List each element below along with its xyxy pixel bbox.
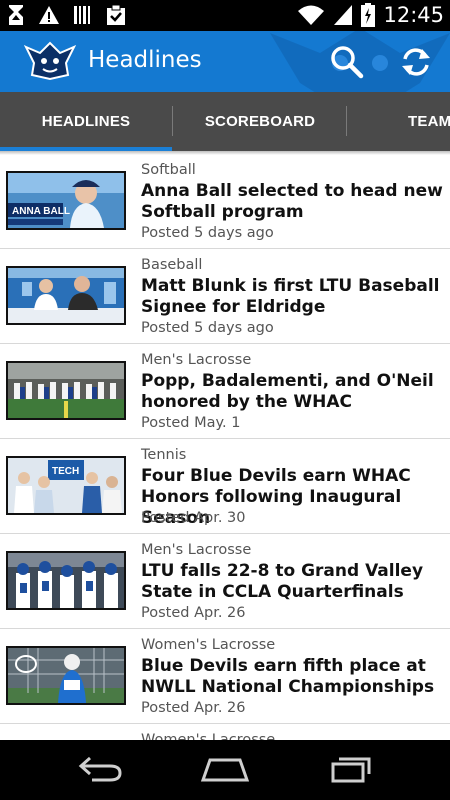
headline-title: Blue Devils earn fifth place at NWLL Nat…	[141, 656, 435, 697]
headline-item[interactable]: Baseball Matt Blunk is first LTU Basebal…	[0, 249, 450, 344]
lacrosse-team-photo	[8, 363, 124, 418]
headline-title: Matt Blunk is first LTU Baseball Signee …	[141, 276, 440, 317]
headline-thumbnail	[6, 361, 126, 420]
tab-divider	[172, 106, 173, 136]
headline-title: LTU falls 22-8 to Grand Valley State in …	[141, 561, 424, 602]
wifi-icon	[298, 5, 325, 25]
headline-category: Tennis	[141, 447, 187, 463]
baseball-signing-photo	[8, 268, 124, 323]
clipboard-check-icon	[107, 4, 125, 25]
lacrosse-game-photo	[8, 553, 124, 608]
usb-icon	[9, 5, 23, 25]
search-icon[interactable]	[330, 45, 364, 79]
blue-devil-logo[interactable]	[24, 41, 76, 81]
thumb-caption: ANNA BALL	[12, 206, 70, 217]
headline-category: Men's Lacrosse	[141, 352, 252, 368]
headline-category: Men's Lacrosse	[141, 542, 252, 558]
headline-category: Baseball	[141, 257, 203, 273]
clock: 12:45	[383, 3, 444, 27]
app-title: Headlines	[88, 47, 202, 73]
headline-item[interactable]: TECH Tennis Four Blue Devils earn WHAC H…	[0, 439, 450, 534]
headline-item[interactable]: ANNA BALL Softball Anna Ball selected to…	[0, 154, 450, 249]
headlines-list[interactable]: ANNA BALL Softball Anna Ball selected to…	[0, 151, 450, 740]
app-bar: Headlines	[0, 31, 450, 92]
softball-coach-photo: ANNA BALL	[8, 173, 124, 228]
recents-icon[interactable]	[330, 754, 374, 784]
tab-bar: HEADLINES SCOREBOARD TEAM	[0, 92, 450, 151]
back-icon[interactable]	[78, 754, 124, 784]
headline-thumbnail	[6, 266, 126, 325]
headline-category: Softball	[141, 162, 196, 178]
headline-title: Popp, Badalementi, and O'Neil honored by…	[141, 371, 434, 412]
headline-date: Posted Apr. 26	[141, 605, 246, 621]
headline-thumbnail	[6, 646, 126, 705]
headline-date: Posted May. 1	[141, 415, 241, 431]
tab-headlines[interactable]: HEADLINES	[0, 92, 172, 151]
headline-item[interactable]: Men's Lacrosse LTU falls 22-8 to Grand V…	[0, 534, 450, 629]
headline-date: Posted 5 days ago	[141, 225, 274, 241]
status-bar: 12:45	[0, 0, 450, 31]
womens-lacrosse-goalie-photo	[8, 648, 124, 703]
tab-divider	[346, 106, 347, 136]
headline-category: Women's Lacrosse	[141, 732, 276, 740]
thumb-caption: TECH	[52, 466, 79, 477]
signal-icon	[334, 5, 353, 25]
headline-date: Posted Apr. 30	[141, 510, 246, 526]
refresh-icon[interactable]	[400, 45, 432, 79]
headline-thumbnail	[6, 551, 126, 610]
warning-icon	[39, 6, 59, 24]
system-nav-bar	[0, 740, 450, 800]
headline-date: Posted Apr. 26	[141, 700, 246, 716]
tab-scoreboard[interactable]: SCOREBOARD	[174, 92, 346, 151]
tennis-players-photo: TECH	[8, 458, 124, 513]
headline-thumbnail: TECH	[6, 456, 126, 515]
home-icon[interactable]	[200, 754, 250, 784]
tab-bar-shadow	[0, 151, 450, 155]
headline-item[interactable]: Men's Lacrosse Popp, Badalementi, and O'…	[0, 344, 450, 439]
headline-item[interactable]: Women's Lacrosse Blue Devils earn fifth …	[0, 629, 450, 724]
headline-title: Anna Ball selected to head new Softball …	[141, 181, 443, 222]
headline-thumbnail: ANNA BALL	[6, 171, 126, 230]
headline-category: Women's Lacrosse	[141, 637, 276, 653]
tab-team[interactable]: TEAM	[348, 92, 450, 151]
headline-date: Posted 5 days ago	[141, 320, 274, 336]
headline-item[interactable]: Women's Lacrosse	[0, 724, 450, 740]
barcode-icon	[74, 6, 90, 24]
battery-icon	[361, 3, 376, 27]
